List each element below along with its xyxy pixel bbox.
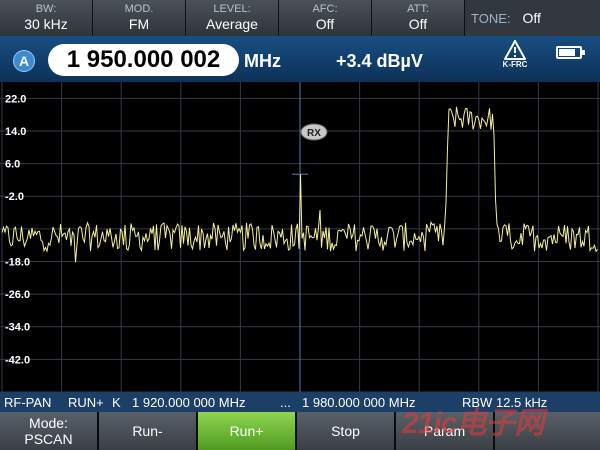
param-bw-label: BW:	[35, 3, 57, 15]
y-tick-label: 22.0	[5, 93, 26, 105]
status-stop-freq: 1 980.000 000 MHz	[302, 395, 416, 410]
param-tone[interactable]: TONE: Off	[465, 0, 600, 36]
softkey-mode-line1: Mode:	[29, 415, 68, 431]
softkey-run-minus-label: Run-	[132, 423, 163, 439]
y-tick-label: -18.0	[5, 256, 30, 268]
status-run: RUN+	[68, 395, 104, 410]
softkey-bar: Mode: PSCAN Run- Run+ Stop Param	[0, 412, 600, 450]
softkey-run-plus[interactable]: Run+	[198, 412, 297, 450]
frequency-display[interactable]: 1 950.000 002	[48, 44, 239, 76]
status-rbw: RBW 12.5 kHz	[462, 395, 548, 410]
y-tick-label: 14.0	[5, 126, 26, 138]
level-readout: +3.4 dBµV	[336, 51, 423, 71]
param-bw-value: 30 kHz	[24, 16, 68, 32]
channel-badge[interactable]: A	[13, 50, 35, 72]
param-afc-label: AFC:	[312, 3, 338, 15]
softkey-mode[interactable]: Mode: PSCAN	[0, 412, 99, 450]
param-tone-value: Off	[522, 10, 541, 26]
softkey-stop-label: Stop	[331, 423, 360, 439]
rx-marker[interactable]: RX	[300, 123, 328, 141]
kfrc-indicator: K-FRC	[498, 40, 532, 78]
status-mode: RF-PAN	[4, 395, 52, 410]
param-att[interactable]: ATT: Off	[372, 0, 465, 36]
param-tone-label: TONE:	[471, 10, 511, 26]
y-tick-label: 6.0	[5, 159, 20, 171]
status-k: K	[112, 395, 121, 410]
param-afc[interactable]: AFC: Off	[279, 0, 372, 36]
param-level-label: LEVEL:	[213, 3, 251, 15]
param-level[interactable]: LEVEL: Average	[186, 0, 279, 36]
y-tick-label: -26.0	[5, 289, 30, 301]
battery-icon	[556, 46, 585, 59]
softkey-mode-line2: PSCAN	[24, 431, 73, 447]
softkey-param-label: Param	[423, 423, 466, 439]
param-att-label: ATT:	[407, 3, 429, 15]
y-tick-label: -42.0	[5, 354, 30, 366]
status-start-freq: 1 920.000 000 MHz	[132, 395, 246, 410]
softkey-empty[interactable]	[495, 412, 600, 450]
battery-fill	[559, 49, 575, 56]
param-level-value: Average	[206, 16, 258, 32]
param-att-value: Off	[408, 16, 428, 32]
param-bw[interactable]: BW: 30 kHz	[0, 0, 93, 36]
param-afc-value: Off	[315, 16, 335, 32]
softkey-param[interactable]: Param	[396, 412, 495, 450]
param-mod-label: MOD.	[124, 3, 154, 15]
softkey-stop[interactable]: Stop	[297, 412, 396, 450]
y-tick-label: -2.0	[5, 191, 24, 203]
y-tick-labels: 22.0 14.0 6.0 -2.0 -18.0 -26.0 -34.0 -42.0	[5, 93, 30, 366]
frequency-bar: A 1 950.000 002 MHz +3.4 dBµV K-FRC	[0, 36, 600, 82]
parameter-bar: BW: 30 kHz MOD. FM LEVEL: Average AFC: O…	[0, 0, 600, 36]
rx-marker-label: RX	[307, 128, 321, 139]
softkey-run-plus-label: Run+	[229, 423, 264, 439]
y-tick-label: -34.0	[5, 322, 30, 334]
softkey-run-minus[interactable]: Run-	[99, 412, 198, 450]
warning-icon	[504, 40, 526, 60]
kfrc-label: K-FRC	[502, 60, 528, 69]
frequency-unit: MHz	[244, 51, 281, 71]
param-mod-value: FM	[128, 16, 150, 32]
status-bar: RF-PAN RUN+ K 1 920.000 000 MHz ... 1 98…	[0, 392, 600, 412]
status-separator: ...	[280, 395, 291, 410]
spectrum-plot[interactable]: 22.0 14.0 6.0 -2.0 -18.0 -26.0 -34.0 -42.0 RX	[0, 82, 600, 392]
param-mod[interactable]: MOD. FM	[93, 0, 186, 36]
